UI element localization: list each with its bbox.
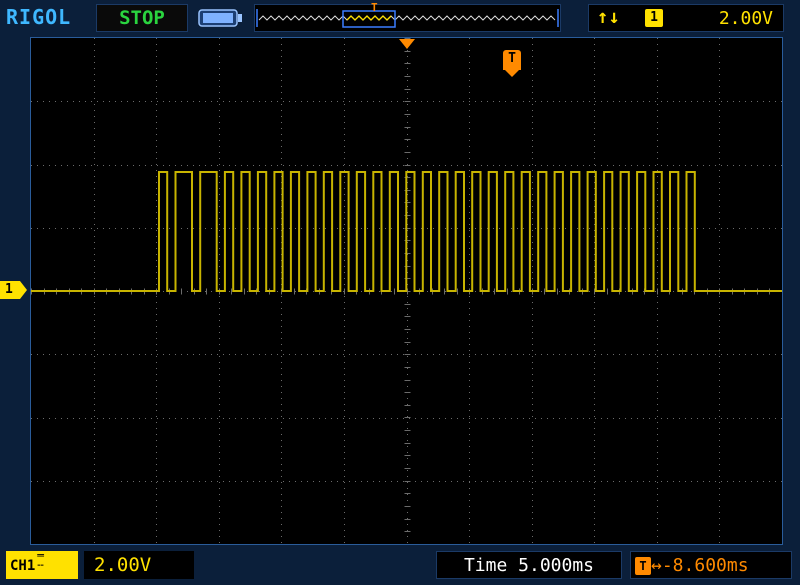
trigger-level-marker-label: T — [508, 51, 516, 66]
channel-1-scale[interactable]: 2.00V — [84, 551, 194, 579]
memory-trigger-marker: T — [371, 1, 378, 14]
trigger-level-value: 2.00V — [718, 8, 773, 29]
channel-1-trace — [31, 171, 782, 292]
trigger-marker-pointer — [503, 68, 521, 77]
run-stop-status[interactable]: STOP — [96, 4, 188, 32]
trigger-settings-panel[interactable]: ↑↓ 1 2.00V — [588, 4, 784, 32]
trigger-offset-readout[interactable]: T ↔-8.600ms — [630, 551, 792, 579]
timebase-readout[interactable]: Time 5.000ms — [436, 551, 622, 579]
memory-depth-icon — [198, 9, 242, 27]
channel-1-offset-marker[interactable]: 1 — [0, 281, 28, 299]
trigger-edge-icon: ↑↓ — [597, 6, 620, 28]
bottom-status-bar: CH1═ ╌ 2.00V Time 5.000ms T ↔-8.600ms — [0, 548, 800, 585]
trigger-offset-value: -8.600ms — [661, 555, 749, 576]
channel-1-waveform-line — [31, 171, 782, 292]
trigger-level-marker-icon[interactable]: T — [503, 50, 521, 77]
trigger-position-marker-icon — [399, 39, 415, 49]
brand-logo: RIGOL — [6, 5, 72, 29]
channel-marker-label: 1 — [5, 282, 13, 297]
channel-1-badge[interactable]: CH1═ ╌ — [6, 549, 78, 579]
memory-overview-waveform — [256, 9, 559, 28]
dc-coupling-icon: ═ ╌ — [37, 549, 44, 572]
offset-arrow-icon: ↔ — [651, 555, 662, 576]
waveform-display[interactable]: T — [30, 37, 783, 545]
trigger-icon: T — [635, 557, 651, 575]
channel-badge-label: CH1 — [10, 558, 36, 574]
top-status-bar: RIGOL STOP T ↑↓ 1 2.00V — [0, 0, 800, 36]
trigger-source-badge: 1 — [645, 9, 663, 27]
waveform-memory-overview[interactable]: T — [254, 1, 561, 32]
